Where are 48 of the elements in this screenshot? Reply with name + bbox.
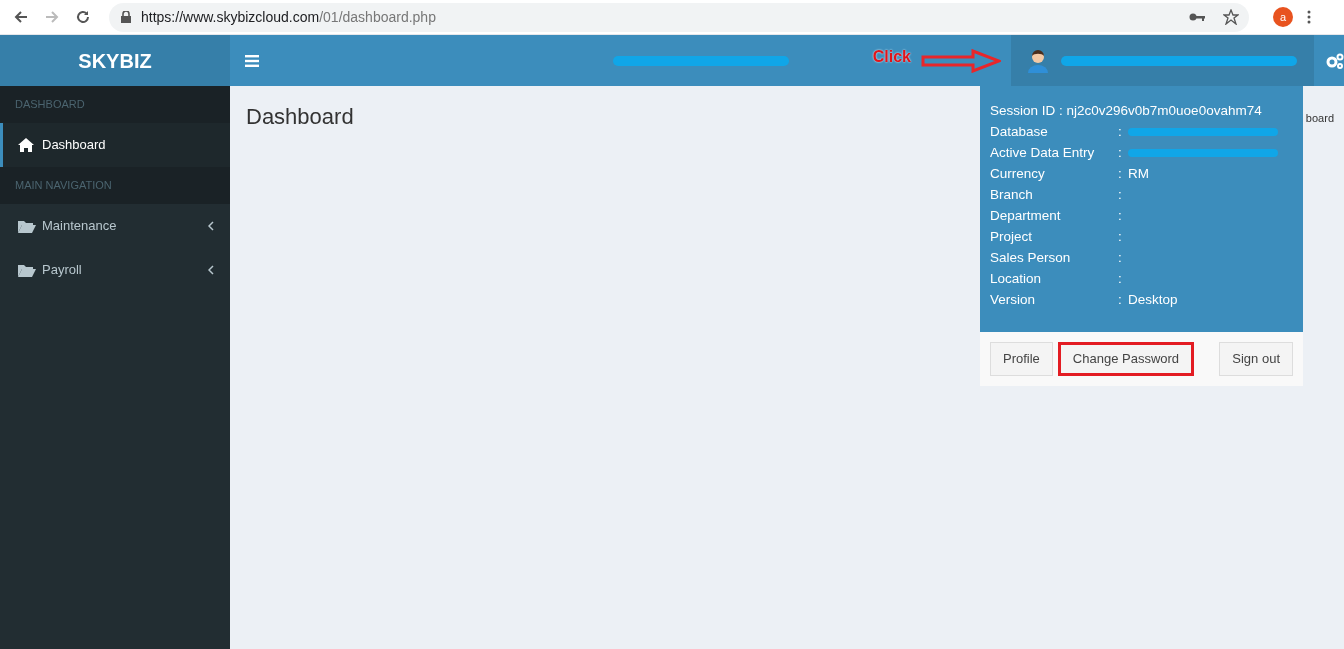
home-icon <box>18 138 34 152</box>
info-label: Currency <box>990 165 1046 183</box>
colon-separator: : <box>1118 207 1123 225</box>
info-label: Location <box>990 270 1043 288</box>
address-bar[interactable]: https://www.skybizcloud.com/01/dashboard.php <box>109 2 1249 32</box>
sidebar-item[interactable]: Maintenance <box>0 204 230 248</box>
colon-separator: : <box>1118 144 1123 162</box>
menu-button[interactable]: Change Password <box>1057 342 1195 376</box>
user-avatar-icon <box>1027 48 1049 73</box>
info-label: Sales Person <box>990 249 1072 267</box>
info-label: Department <box>990 207 1062 225</box>
colon-separator: : <box>1118 249 1123 267</box>
folder-icon <box>18 219 36 233</box>
sidebar-item[interactable]: Payroll <box>0 248 230 292</box>
profile-avatar[interactable]: a <box>1273 7 1293 27</box>
app-logo: SKYBIZ <box>0 35 230 86</box>
sidebar-item[interactable]: Dashboard <box>0 123 230 167</box>
info-label: Active Data Entry <box>990 144 1096 162</box>
url-text: https://www.skybizcloud.com/01/dashboard.php <box>141 7 436 27</box>
colon-separator: : <box>1118 123 1123 141</box>
colon-separator: : <box>1118 186 1123 204</box>
info-label: Database <box>990 123 1049 141</box>
menu-button[interactable]: Sign out <box>1219 342 1293 376</box>
colon-separator: : <box>1118 270 1123 288</box>
info-value: Desktop <box>1128 291 1178 309</box>
section-heading: MAIN NAVIGATION <box>15 178 112 194</box>
folder-icon <box>18 263 36 277</box>
colon-separator: : <box>1118 228 1123 246</box>
info-label: Project <box>990 228 1034 246</box>
menu-button[interactable]: Profile <box>990 342 1053 376</box>
breadcrumb-text: board <box>1305 111 1334 126</box>
session-id-text: Session ID : nj2c0v296v0b7m0uoe0ovahm74 <box>990 102 1263 120</box>
lock-icon <box>121 11 131 23</box>
colon-separator: : <box>1118 165 1123 183</box>
more-icon[interactable] <box>1307 10 1311 24</box>
colon-separator: : <box>1118 291 1123 309</box>
key-icon[interactable] <box>1189 12 1205 22</box>
info-value: RM <box>1128 165 1149 183</box>
info-label: Branch <box>990 186 1034 204</box>
reload-icon[interactable] <box>75 9 91 25</box>
page-title: Dashboard <box>246 103 354 131</box>
menu-icon[interactable] <box>245 54 259 67</box>
back-icon[interactable] <box>13 9 29 25</box>
info-label: Version <box>990 291 1037 309</box>
section-heading: DASHBOARD <box>15 97 85 113</box>
settings-icon[interactable] <box>1326 52 1344 69</box>
annotation-label: Click <box>872 46 911 67</box>
star-icon[interactable] <box>1223 9 1239 25</box>
